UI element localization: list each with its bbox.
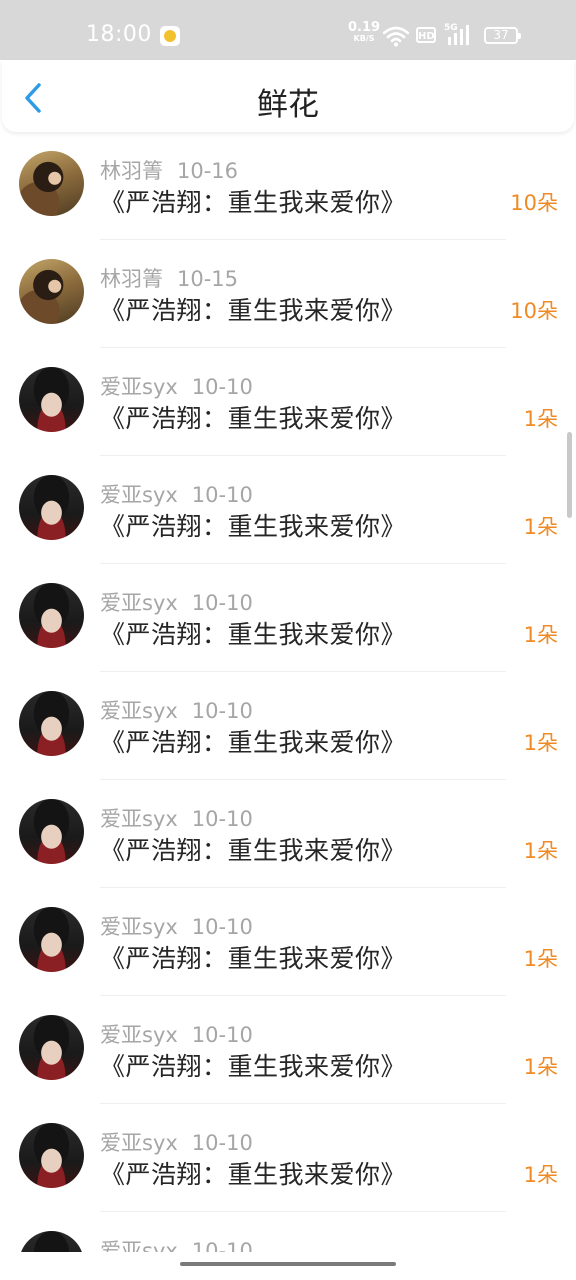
flower-count: 1朵: [523, 1055, 558, 1079]
flower-count: 1朵: [523, 731, 558, 755]
flower-count: 1朵: [523, 515, 558, 539]
user-info: 爱亚syx 10-10: [100, 1127, 253, 1157]
book-title[interactable]: 《严浩翔：重生我来爱你》: [100, 183, 406, 219]
user-info: 爱亚syx 10-10: [100, 911, 253, 941]
list-item[interactable]: 爱亚syx 10-10 《严浩翔：重生我来爱你》 1朵: [0, 348, 576, 456]
date: 10-16: [177, 159, 239, 183]
date: 10-10: [191, 915, 253, 939]
avatar[interactable]: [19, 691, 84, 756]
user-info: 爱亚syx 10-10: [100, 587, 253, 617]
avatar[interactable]: [19, 1231, 84, 1252]
list-item[interactable]: 爱亚syx 10-10 《严浩翔：重生我来爱你》 1朵: [0, 564, 576, 672]
list-item[interactable]: 林羽箐 10-16 《严浩翔：重生我来爱你》 10朵: [0, 132, 576, 240]
signal-icon: 5G: [444, 24, 472, 46]
user-name: 爱亚syx: [100, 915, 178, 939]
battery-icon: 37: [484, 27, 521, 44]
flower-record-list[interactable]: 林羽箐 10-16 《严浩翔：重生我来爱你》 10朵 林羽箐 10-15 《严浩翔：重生我来…: [0, 132, 576, 1252]
book-title[interactable]: 《严浩翔：重生我来爱你》: [100, 723, 406, 759]
flower-count: 1朵: [523, 947, 558, 971]
user-name: 林羽箐: [100, 267, 163, 291]
home-indicator[interactable]: [180, 1262, 396, 1266]
flower-count: 1朵: [523, 623, 558, 647]
list-item[interactable]: 爱亚syx 10-10 《严浩翔：重生我来爱你》 1朵: [0, 456, 576, 564]
user-info: 爱亚syx 10-10: [100, 1019, 253, 1049]
avatar[interactable]: [19, 367, 84, 432]
list-item[interactable]: 林羽箐 10-15 《严浩翔：重生我来爱你》 10朵: [0, 240, 576, 348]
user-info: 林羽箐 10-15: [100, 263, 238, 293]
book-title[interactable]: 《严浩翔：重生我来爱你》: [100, 399, 406, 435]
list-item[interactable]: 爱亚syx 10-10 《严浩翔：重生我来爱你》 1朵: [0, 996, 576, 1104]
wifi-icon: [383, 26, 409, 47]
list-item[interactable]: 爱亚syx 10-10 《严浩翔：重生我来爱你》 1朵: [0, 780, 576, 888]
list-item[interactable]: 爱亚syx 10-10 《严浩翔：重生我来爱你》 1朵: [0, 672, 576, 780]
book-title[interactable]: 《严浩翔：重生我来爱你》: [100, 615, 406, 651]
avatar[interactable]: [19, 799, 84, 864]
scrollbar[interactable]: [567, 432, 572, 518]
book-title[interactable]: 《严浩翔：重生我来爱你》: [100, 939, 406, 975]
avatar[interactable]: [19, 583, 84, 648]
user-name: 爱亚syx: [100, 375, 178, 399]
user-name: 爱亚syx: [100, 699, 178, 723]
hd-icon: HD: [416, 27, 436, 43]
date: 10-10: [191, 1023, 253, 1047]
avatar[interactable]: [19, 151, 84, 216]
user-name: 林羽箐: [100, 159, 163, 183]
status-time: 18:00: [86, 22, 152, 47]
avatar[interactable]: [19, 1015, 84, 1080]
flower-count: 10朵: [510, 191, 558, 215]
user-name: 爱亚syx: [100, 1239, 178, 1252]
date: 10-10: [191, 699, 253, 723]
list-item[interactable]: 爱亚syx 10-10: [0, 1212, 576, 1252]
date: 10-10: [191, 375, 253, 399]
book-title[interactable]: 《严浩翔：重生我来爱你》: [100, 831, 406, 867]
user-name: 爱亚syx: [100, 807, 178, 831]
date: 10-10: [191, 483, 253, 507]
flower-count: 1朵: [523, 839, 558, 863]
page-title: 鲜花: [257, 87, 319, 123]
flower-count: 1朵: [523, 1163, 558, 1187]
book-title[interactable]: 《严浩翔：重生我来爱你》: [100, 1155, 406, 1191]
header: 鲜花: [2, 60, 574, 132]
book-title[interactable]: 《严浩翔：重生我来爱你》: [100, 291, 406, 327]
user-info: 爱亚syx 10-10: [100, 1235, 253, 1252]
list-item[interactable]: 爱亚syx 10-10 《严浩翔：重生我来爱你》 1朵: [0, 1104, 576, 1212]
avatar[interactable]: [19, 259, 84, 324]
date: 10-10: [191, 591, 253, 615]
date: 10-10: [191, 1239, 253, 1252]
network-speed: 0.19 KB/S: [348, 20, 381, 43]
user-info: 爱亚syx 10-10: [100, 479, 253, 509]
date: 10-15: [177, 267, 239, 291]
network-speed-value: 0.19: [348, 20, 381, 35]
network-speed-unit: KB/S: [353, 34, 375, 43]
user-info: 爱亚syx 10-10: [100, 695, 253, 725]
avatar[interactable]: [19, 1123, 84, 1188]
notification-app-icon: [160, 26, 180, 46]
user-name: 爱亚syx: [100, 1131, 178, 1155]
user-name: 爱亚syx: [100, 1023, 178, 1047]
user-info: 林羽箐 10-16: [100, 155, 238, 185]
user-info: 爱亚syx 10-10: [100, 803, 253, 833]
user-name: 爱亚syx: [100, 591, 178, 615]
status-bar: 18:00 0.19 KB/S HD 5G 37: [0, 0, 576, 60]
date: 10-10: [191, 807, 253, 831]
avatar[interactable]: [19, 907, 84, 972]
book-title[interactable]: 《严浩翔：重生我来爱你》: [100, 507, 406, 543]
list-item[interactable]: 爱亚syx 10-10 《严浩翔：重生我来爱你》 1朵: [0, 888, 576, 996]
flower-count: 1朵: [523, 407, 558, 431]
avatar[interactable]: [19, 475, 84, 540]
user-info: 爱亚syx 10-10: [100, 371, 253, 401]
date: 10-10: [191, 1131, 253, 1155]
user-name: 爱亚syx: [100, 483, 178, 507]
flower-count: 10朵: [510, 299, 558, 323]
book-title[interactable]: 《严浩翔：重生我来爱你》: [100, 1047, 406, 1083]
